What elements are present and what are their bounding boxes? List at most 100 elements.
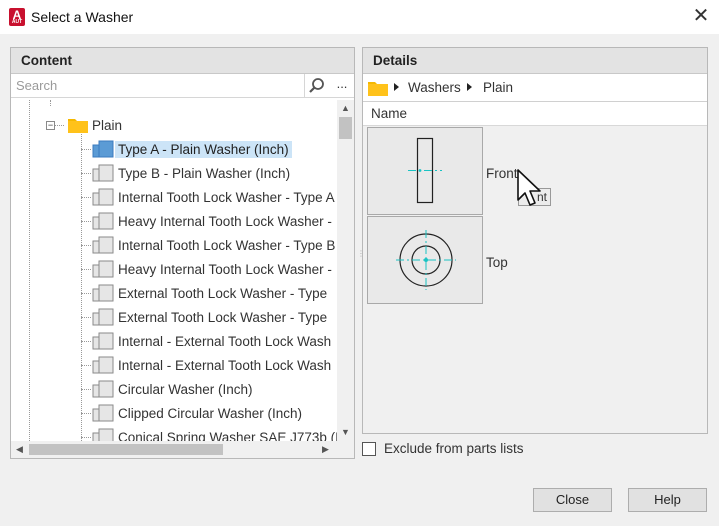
- tree-item[interactable]: External Tooth Lock Washer - Type: [91, 305, 330, 329]
- tree-item[interactable]: Internal - External Tooth Lock Wash: [91, 329, 334, 353]
- breadcrumb-separator-icon: [467, 83, 472, 91]
- tree-horizontal-scrollbar[interactable]: ◀ ▶: [11, 441, 337, 458]
- mouse-cursor-icon: [517, 169, 541, 206]
- help-button[interactable]: Help: [628, 488, 707, 512]
- tree-item-label: Internal Tooth Lock Washer - Type B: [118, 237, 336, 253]
- scroll-down-arrow-icon[interactable]: ▼: [337, 424, 354, 441]
- scroll-thumb[interactable]: [29, 444, 223, 455]
- tree-item-label: External Tooth Lock Washer - Type: [118, 285, 328, 301]
- tree-item-label: Heavy Internal Tooth Lock Washer -: [118, 213, 332, 229]
- details-panel: Details Washers Plain Name Front Top nt: [362, 47, 708, 434]
- content-tree: − Plain Type A - Plain Washer (Inch) Type…: [11, 100, 337, 441]
- tree-guide-line: [81, 293, 91, 294]
- tree-item-label: Clipped Circular Washer (Inch): [118, 405, 303, 421]
- view-tile-front[interactable]: [367, 127, 483, 215]
- dialog-body: Content ... −: [0, 34, 719, 526]
- washer-part-icon: [92, 404, 114, 422]
- scrollbar-corner: [337, 441, 354, 458]
- tree-item[interactable]: Internal Tooth Lock Washer - Type B: [91, 233, 337, 257]
- tree-guide-line: [81, 413, 91, 414]
- tree-guide-line: [81, 134, 82, 441]
- washer-part-icon: [92, 356, 114, 374]
- tree-item[interactable]: External Tooth Lock Washer - Type: [91, 281, 330, 305]
- washer-part-icon: [92, 428, 114, 441]
- washer-part-icon: [92, 236, 114, 254]
- scroll-right-arrow-icon[interactable]: ▶: [317, 441, 334, 458]
- washer-front-view-icon: [408, 137, 442, 204]
- tree-item-label: Internal - External Tooth Lock Wash: [118, 357, 332, 373]
- tree-item[interactable]: Conical Spring Washer SAE J773b (I: [91, 425, 337, 441]
- washer-part-icon: [92, 212, 114, 230]
- washer-top-view-icon: [396, 230, 456, 290]
- tree-guide-line: [81, 221, 91, 222]
- exclude-checkbox[interactable]: [362, 441, 376, 456]
- tree-item[interactable]: Internal Tooth Lock Washer - Type A: [91, 185, 337, 209]
- name-column-header[interactable]: Name: [363, 102, 707, 126]
- tree-item-label: Circular Washer (Inch): [118, 381, 253, 397]
- content-panel: Content ... −: [10, 47, 355, 459]
- search-button[interactable]: [307, 76, 327, 96]
- washer-part-icon: [92, 332, 114, 350]
- tree-guide-line: [50, 100, 51, 106]
- tree-item-label: Type B - Plain Washer (Inch): [118, 165, 291, 181]
- washer-part-icon: [92, 140, 114, 158]
- folder-icon: [68, 119, 88, 133]
- details-panel-header: Details: [363, 48, 707, 74]
- scroll-up-arrow-icon[interactable]: ▲: [337, 100, 354, 117]
- tree-item-label: Heavy Internal Tooth Lock Washer -: [118, 261, 332, 277]
- tree-guide-line: [81, 437, 91, 438]
- tree-item-label: Type A - Plain Washer (Inch): [115, 140, 292, 158]
- close-button[interactable]: Close: [533, 488, 612, 512]
- tree-folder-plain[interactable]: Plain: [67, 113, 125, 137]
- washer-part-icon: [92, 380, 114, 398]
- washer-part-icon: [92, 308, 114, 326]
- washer-part-icon: [92, 260, 114, 278]
- search-icon: [309, 78, 324, 93]
- tree-item[interactable]: Type B - Plain Washer (Inch): [91, 161, 293, 185]
- view-label-top: Top: [486, 255, 508, 270]
- tree-guide-line: [81, 317, 91, 318]
- breadcrumb-separator-icon: [394, 83, 399, 91]
- tree-vertical-scrollbar[interactable]: ▲ ▼: [337, 100, 354, 441]
- view-tile-top[interactable]: [367, 216, 483, 304]
- tree-guide-line: [81, 197, 91, 198]
- close-window-button[interactable]: ✕: [690, 5, 712, 27]
- more-options-button[interactable]: ...: [333, 74, 351, 96]
- title-bar: A AUT Select a Washer ✕: [0, 0, 719, 34]
- panel-splitter[interactable]: ⋮: [357, 249, 365, 258]
- tree-item-label: Internal Tooth Lock Washer - Type A: [118, 189, 335, 205]
- tree-item[interactable]: Circular Washer (Inch): [91, 377, 256, 401]
- washer-part-icon: [92, 188, 114, 206]
- scroll-thumb[interactable]: [339, 117, 352, 139]
- tree-guide-line: [81, 173, 91, 174]
- tree-item[interactable]: Type A - Plain Washer (Inch): [91, 137, 292, 161]
- window-title: Select a Washer: [31, 9, 134, 25]
- tree-guide-line: [81, 389, 91, 390]
- view-label-front: Front: [486, 166, 518, 181]
- breadcrumb: Washers Plain: [363, 74, 707, 102]
- tree-item-label: Internal - External Tooth Lock Wash: [118, 333, 332, 349]
- tree-item[interactable]: Heavy Internal Tooth Lock Washer -: [91, 257, 335, 281]
- autocad-app-icon: A AUT: [9, 8, 25, 26]
- tree-item[interactable]: Heavy Internal Tooth Lock Washer -: [91, 209, 335, 233]
- tree-item-label: Conical Spring Washer SAE J773b (I: [118, 429, 337, 442]
- tree-item-label: External Tooth Lock Washer - Type: [118, 309, 328, 325]
- tree-item[interactable]: Clipped Circular Washer (Inch): [91, 401, 305, 425]
- exclude-checkbox-label: Exclude from parts lists: [384, 441, 524, 456]
- scroll-left-arrow-icon[interactable]: ◀: [11, 441, 28, 458]
- search-input[interactable]: [11, 74, 305, 97]
- tree-item[interactable]: Internal - External Tooth Lock Wash: [91, 353, 334, 377]
- breadcrumb-item-washers[interactable]: Washers: [408, 80, 461, 95]
- tree-folder-label: Plain: [92, 117, 123, 133]
- tree-guide-line: [81, 245, 91, 246]
- washer-part-icon: [92, 284, 114, 302]
- tree-guide-line: [81, 149, 91, 150]
- tree-guide-line: [81, 365, 91, 366]
- search-bar: ...: [11, 74, 354, 98]
- folder-icon: [368, 82, 388, 96]
- exclude-from-parts-lists[interactable]: Exclude from parts lists: [362, 441, 524, 456]
- breadcrumb-item-plain[interactable]: Plain: [483, 80, 513, 95]
- collapse-toggle[interactable]: −: [46, 121, 55, 130]
- content-panel-header: Content: [11, 48, 354, 74]
- tree-guide-line: [29, 100, 30, 441]
